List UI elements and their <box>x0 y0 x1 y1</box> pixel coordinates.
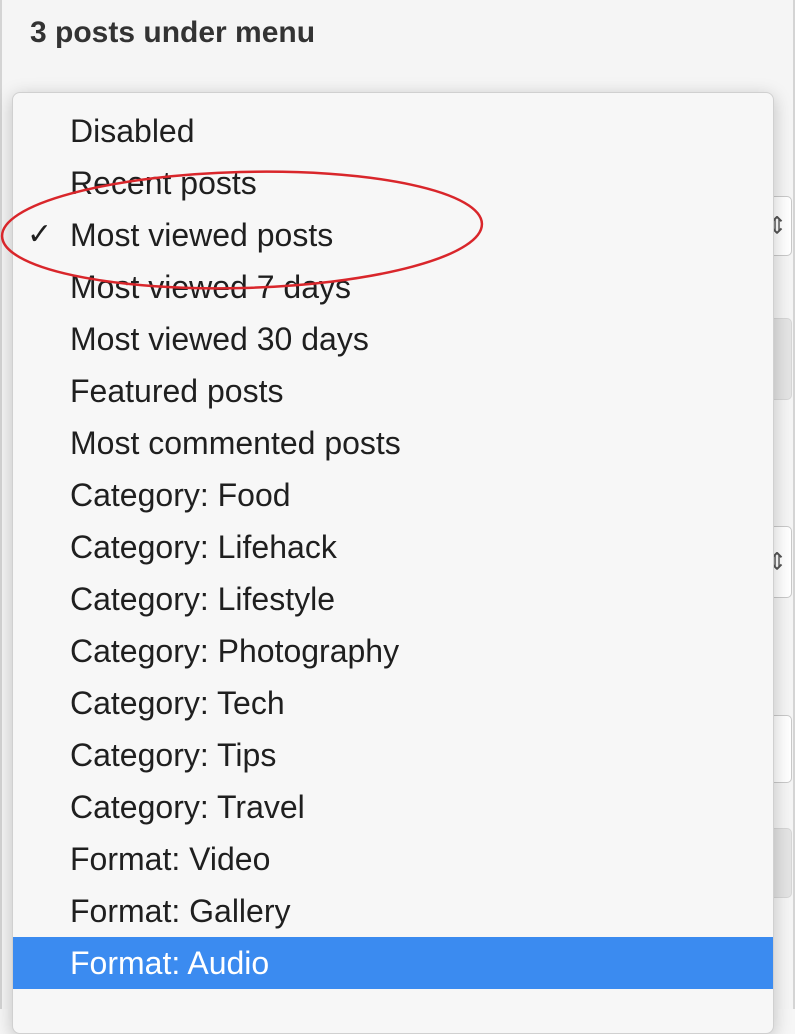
menu-item-featured-posts[interactable]: Featured posts <box>13 365 773 417</box>
menu-item-format-gallery[interactable]: Format: Gallery <box>13 885 773 937</box>
menu-item-category-lifehack[interactable]: Category: Lifehack <box>13 521 773 573</box>
menu-item-recent-posts[interactable]: Recent posts <box>13 157 773 209</box>
menu-item-format-video[interactable]: Format: Video <box>13 833 773 885</box>
menu-item-label: Category: Tech <box>70 685 285 721</box>
menu-item-label: Most viewed 30 days <box>70 321 369 357</box>
menu-item-label: Format: Video <box>70 841 271 877</box>
menu-item-label: Category: Travel <box>70 789 305 825</box>
dropdown-menu: Disabled Recent posts ✓ Most viewed post… <box>12 92 774 1034</box>
menu-item-label: Category: Tips <box>70 737 277 773</box>
menu-item-most-viewed-posts[interactable]: ✓ Most viewed posts <box>13 209 773 261</box>
menu-item-label: Most commented posts <box>70 425 401 461</box>
menu-item-label: Format: Audio <box>70 945 270 981</box>
menu-item-label: Most viewed posts <box>70 217 334 253</box>
menu-item-label: Category: Lifestyle <box>70 581 336 617</box>
menu-item-format-audio[interactable]: Format: Audio <box>13 937 773 989</box>
section-title: 3 posts under menu <box>30 16 316 49</box>
menu-item-label: Category: Food <box>70 477 291 513</box>
settings-panel: 3 posts under menu ⇕ ⇕ Disabled Recent p… <box>0 0 795 1034</box>
checkmark-icon: ✓ <box>27 218 53 251</box>
menu-item-most-viewed-30-days[interactable]: Most viewed 30 days <box>13 313 773 365</box>
menu-item-most-commented-posts[interactable]: Most commented posts <box>13 417 773 469</box>
menu-item-label: Category: Lifehack <box>70 529 337 565</box>
menu-item-category-travel[interactable]: Category: Travel <box>13 781 773 833</box>
menu-item-category-lifestyle[interactable]: Category: Lifestyle <box>13 573 773 625</box>
menu-item-category-food[interactable]: Category: Food <box>13 469 773 521</box>
panel-border-left <box>0 0 2 1009</box>
menu-item-category-tips[interactable]: Category: Tips <box>13 729 773 781</box>
menu-item-label: Category: Photography <box>70 633 400 669</box>
menu-item-most-viewed-7-days[interactable]: Most viewed 7 days <box>13 261 773 313</box>
menu-item-label: Format: Gallery <box>70 893 291 929</box>
menu-item-category-tech[interactable]: Category: Tech <box>13 677 773 729</box>
menu-item-label: Most viewed 7 days <box>70 269 352 305</box>
menu-item-label: Recent posts <box>70 165 257 201</box>
menu-item-label: Disabled <box>70 113 195 149</box>
menu-item-category-photography[interactable]: Category: Photography <box>13 625 773 677</box>
menu-item-label: Featured posts <box>70 373 284 409</box>
menu-item-disabled[interactable]: Disabled <box>13 105 773 157</box>
